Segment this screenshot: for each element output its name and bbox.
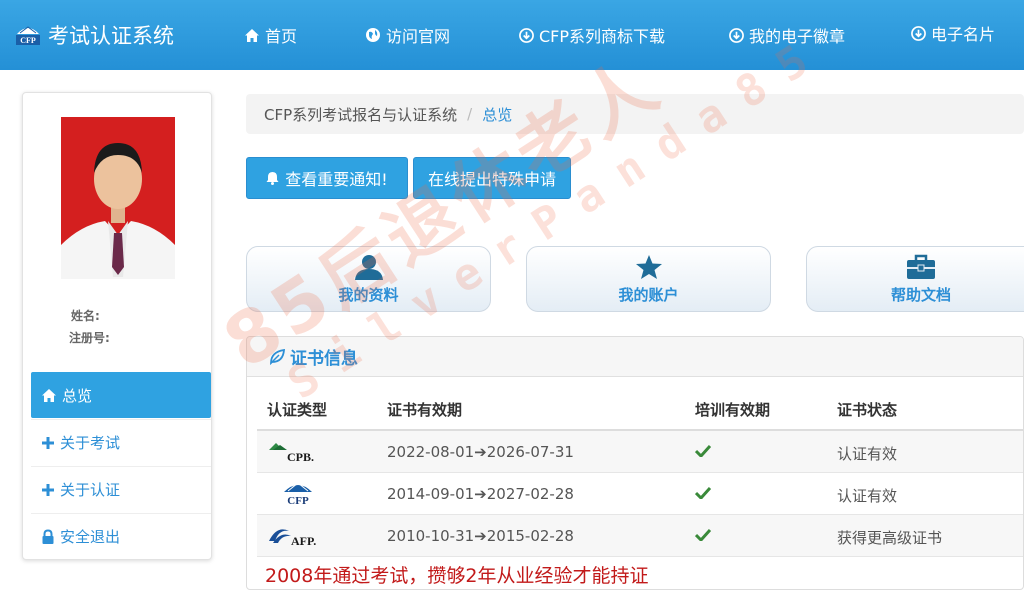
briefcase-icon — [907, 254, 935, 279]
name-label: 姓名: — [71, 309, 100, 323]
sidebar-item-about-certification[interactable]: 关于认证 — [31, 466, 211, 512]
table-row: AFP. 2010-10-31➔2015-02-28 获得更高级证书 — [257, 515, 1023, 557]
column-header-type: 认证类型 — [267, 401, 328, 419]
breadcrumb-root[interactable]: CFP系列考试报名与认证系统 — [264, 104, 457, 125]
nav-cfp-trademark-download[interactable]: CFP系列商标下载 — [519, 22, 665, 48]
sidebar-item-overview[interactable]: 总览 — [31, 372, 211, 418]
tile-help-docs[interactable]: 帮助文档 — [806, 246, 1024, 312]
afp-logo-icon: AFP. — [269, 529, 316, 548]
table-row: CFP 2014-09-01➔2027-02-28 认证有效 — [257, 473, 1023, 515]
app-brand[interactable]: CFP 考试认证系统 — [14, 20, 174, 50]
top-navbar: CFP 考试认证系统 首页 访问官网 CFP系列商标下载 我的电子徽章 电子名片 — [0, 0, 1024, 70]
bell-icon — [266, 172, 279, 185]
nav-home[interactable]: 首页 — [244, 22, 297, 48]
certificate-panel: 证书信息 认证类型 证书有效期 培训有效期 证书状态 CPB. 2022-08-… — [246, 336, 1024, 590]
cfp-logo-icon: CFP — [283, 482, 313, 507]
cert-validity: 2010-10-31➔2015-02-28 — [387, 527, 574, 545]
cert-status: 获得更高级证书 — [837, 529, 943, 547]
view-notice-button[interactable]: 查看重要通知! — [246, 157, 408, 199]
cert-status: 认证有效 — [837, 487, 898, 505]
special-request-button[interactable]: 在线提出特殊申请 — [413, 157, 571, 199]
tile-my-account[interactable]: 我的账户 — [526, 246, 771, 312]
certificate-panel-header: 证书信息 — [247, 337, 1023, 377]
cert-status: 认证有效 — [837, 445, 898, 463]
check-icon — [695, 529, 711, 541]
cert-validity: 2022-08-01➔2026-07-31 — [387, 443, 574, 461]
svg-text:AFP.: AFP. — [291, 534, 316, 548]
home-icon — [42, 388, 56, 402]
sidebar-item-about-exam[interactable]: 关于考试 — [31, 419, 211, 465]
breadcrumb-separator: / — [467, 105, 473, 123]
download-icon — [729, 27, 744, 43]
svg-text:CFP: CFP — [287, 495, 309, 507]
plus-icon — [42, 483, 54, 496]
nav-business-card[interactable]: 电子名片 — [911, 20, 995, 46]
person-portrait-icon — [61, 117, 175, 279]
breadcrumb: CFP系列考试报名与认证系统 / 总览 — [246, 94, 1024, 134]
sidebar-item-logout[interactable]: 安全退出 — [31, 513, 211, 559]
home-icon — [245, 28, 259, 42]
svg-text:CPB.: CPB. — [287, 450, 314, 464]
nav-my-badge[interactable]: 我的电子徽章 — [729, 22, 845, 48]
profile-photo — [61, 117, 175, 279]
star-icon — [635, 254, 662, 279]
cert-validity: 2014-09-01➔2027-02-28 — [387, 485, 574, 503]
download-icon — [911, 25, 926, 41]
nav-official-site[interactable]: 访问官网 — [365, 22, 450, 48]
download-icon — [519, 27, 534, 43]
lock-icon — [42, 528, 54, 544]
breadcrumb-current: 总览 — [482, 105, 513, 124]
profile-sidebar: 姓名: 注册号: 总览 关于考试 关于认证 安全退出 — [22, 92, 212, 560]
globe-icon — [366, 28, 380, 42]
cpb-logo-icon: CPB. — [269, 443, 314, 464]
column-header-cert-validity: 证书有效期 — [387, 401, 463, 419]
svg-text:CFP: CFP — [20, 36, 36, 45]
check-icon — [695, 445, 711, 457]
app-title: 考试认证系统 — [48, 24, 174, 48]
reg-number-label: 注册号: — [69, 331, 110, 345]
check-icon — [695, 487, 711, 499]
column-header-training-validity: 培训有效期 — [695, 401, 771, 419]
table-row: CPB. 2022-08-01➔2026-07-31 认证有效 — [257, 431, 1023, 473]
leaf-icon — [270, 348, 285, 365]
user-icon — [354, 254, 383, 280]
tile-my-profile[interactable]: 我的资料 — [246, 246, 491, 312]
annotation-note: 2008年通过考试，攒够2年从业经验才能持证 — [265, 565, 649, 587]
plus-icon — [42, 436, 54, 449]
column-header-status: 证书状态 — [837, 401, 898, 419]
cfp-logo-icon: CFP — [16, 26, 40, 45]
